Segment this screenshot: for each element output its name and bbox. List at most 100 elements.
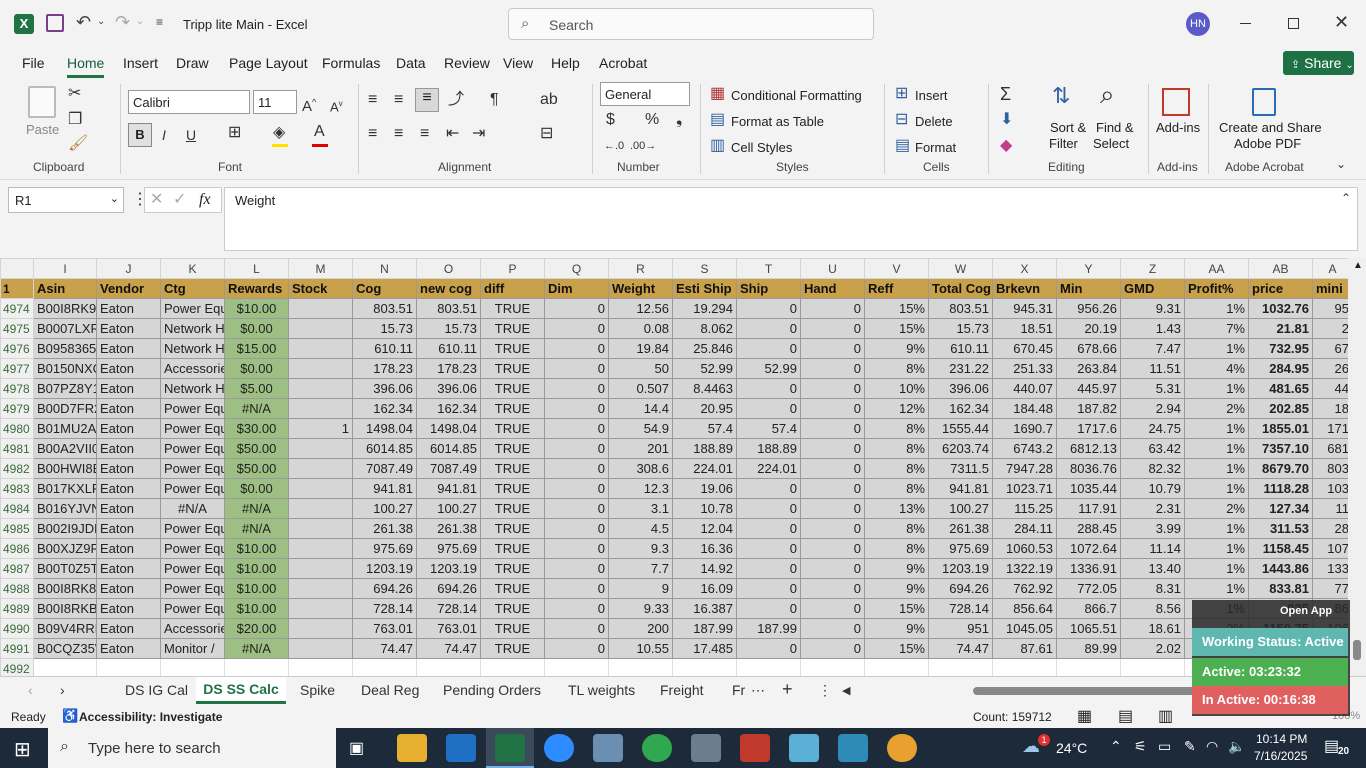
cell[interactable]: 941.81: [416, 478, 481, 499]
tab-tl-weights[interactable]: TL weights: [568, 682, 635, 698]
header-cell[interactable]: GMD: [1120, 278, 1185, 299]
cell[interactable]: 728.14: [928, 598, 993, 619]
cell[interactable]: 866.7: [1056, 598, 1121, 619]
cell-styles-icon[interactable]: ▥: [710, 138, 725, 154]
cell[interactable]: 0: [544, 418, 609, 439]
addins-button[interactable]: Add-ins: [1156, 120, 1200, 135]
delete-cells-button[interactable]: Delete: [915, 114, 953, 129]
cell[interactable]: [480, 658, 545, 676]
cell[interactable]: 188.89: [672, 438, 737, 459]
header-cell[interactable]: mini: [1312, 278, 1353, 299]
cell[interactable]: 0: [736, 538, 801, 559]
header-cell[interactable]: Ship: [736, 278, 801, 299]
cell[interactable]: 1%: [1184, 338, 1249, 359]
cell[interactable]: 803.51: [416, 298, 481, 319]
row-number[interactable]: 4991: [0, 638, 34, 659]
cell[interactable]: 0: [544, 578, 609, 599]
addins-icon[interactable]: [1162, 88, 1190, 116]
cell[interactable]: 803: [1312, 458, 1353, 479]
cell[interactable]: TRUE: [480, 618, 545, 639]
cell[interactable]: B017KXLP: [33, 478, 97, 499]
cell[interactable]: 184.48: [992, 398, 1057, 419]
cell[interactable]: 100.27: [352, 498, 417, 519]
cell[interactable]: 9: [608, 578, 673, 599]
header-cell[interactable]: Asin: [33, 278, 97, 299]
menu-help[interactable]: Help: [551, 55, 580, 71]
cell[interactable]: [288, 598, 353, 619]
cell[interactable]: 263.84: [1056, 358, 1121, 379]
format-cells-button[interactable]: Format: [915, 140, 956, 155]
cell[interactable]: B00I8RKB: [33, 598, 97, 619]
cell[interactable]: 0: [544, 318, 609, 339]
cell[interactable]: B01MU2A: [33, 418, 97, 439]
cell[interactable]: 11: [1312, 498, 1353, 519]
avatar[interactable]: HN: [1186, 12, 1210, 36]
align-top-icon[interactable]: ≡: [368, 92, 377, 108]
cell[interactable]: 975.69: [928, 538, 993, 559]
cell[interactable]: $20.00: [224, 618, 289, 639]
cell[interactable]: TRUE: [480, 358, 545, 379]
cell[interactable]: 9.33: [608, 598, 673, 619]
column-header[interactable]: A: [1312, 258, 1353, 279]
collapse-formula-bar-icon[interactable]: ⌃: [1341, 190, 1351, 206]
cell[interactable]: 8.062: [672, 318, 737, 339]
outlook-icon[interactable]: [446, 734, 476, 762]
cell[interactable]: Power Equ: [160, 538, 225, 559]
paste-button[interactable]: Paste: [26, 122, 59, 137]
cell[interactable]: 6203.74: [928, 438, 993, 459]
row-number[interactable]: 4983: [0, 478, 34, 499]
normal-view-icon[interactable]: ▦: [1077, 706, 1092, 726]
cell[interactable]: 10.78: [672, 498, 737, 519]
cell[interactable]: 1443.86: [1248, 558, 1313, 579]
cell[interactable]: 8036.76: [1056, 458, 1121, 479]
font-color-icon[interactable]: A: [314, 124, 325, 140]
cell[interactable]: 100.27: [416, 498, 481, 519]
cell[interactable]: 694.26: [928, 578, 993, 599]
cell[interactable]: 7947.28: [992, 458, 1057, 479]
create-share-label-2[interactable]: Adobe PDF: [1234, 136, 1301, 151]
header-cell[interactable]: Weight: [608, 278, 673, 299]
cell[interactable]: 162.34: [352, 398, 417, 419]
sort-filter-label-1[interactable]: Sort &: [1050, 120, 1086, 135]
cell[interactable]: 951: [928, 618, 993, 639]
format-as-table-button[interactable]: Format as Table: [731, 114, 824, 129]
cell[interactable]: 15%: [864, 638, 929, 659]
cell[interactable]: 21.81: [1248, 318, 1313, 339]
cell[interactable]: $10.00: [224, 558, 289, 579]
cell[interactable]: 52.99: [736, 358, 801, 379]
cell[interactable]: 17.485: [672, 638, 737, 659]
cell[interactable]: [224, 658, 289, 676]
increase-font-icon[interactable]: A^: [302, 94, 316, 115]
format-painter-icon[interactable]: 🖌: [68, 136, 88, 152]
cell[interactable]: Eaton: [96, 478, 161, 499]
cell[interactable]: [288, 378, 353, 399]
cell[interactable]: Eaton: [96, 538, 161, 559]
decrease-indent-icon[interactable]: ⇤: [446, 126, 459, 142]
tab-deal-reg[interactable]: Deal Reg: [361, 682, 419, 698]
cell[interactable]: 16.387: [672, 598, 737, 619]
cell[interactable]: Network H: [160, 378, 225, 399]
header-cell[interactable]: new cog: [416, 278, 481, 299]
cell[interactable]: 1%: [1184, 478, 1249, 499]
cell[interactable]: 13%: [864, 498, 929, 519]
enter-icon[interactable]: ✓: [173, 192, 186, 208]
cell[interactable]: [288, 518, 353, 539]
header-cell[interactable]: Reff: [864, 278, 929, 299]
row-number[interactable]: 4984: [0, 498, 34, 519]
cell[interactable]: 0: [800, 578, 865, 599]
cell[interactable]: [288, 658, 353, 676]
cell[interactable]: TRUE: [480, 458, 545, 479]
cell[interactable]: 311.53: [1248, 518, 1313, 539]
cell[interactable]: 0: [800, 438, 865, 459]
cell[interactable]: TRUE: [480, 298, 545, 319]
cell[interactable]: [288, 538, 353, 559]
minimize-icon[interactable]: [1240, 23, 1251, 24]
column-header[interactable]: K: [160, 258, 225, 279]
cell[interactable]: 9%: [864, 618, 929, 639]
cell[interactable]: 396.06: [416, 378, 481, 399]
more-sheets-icon[interactable]: ⋯: [751, 682, 765, 699]
snipping-tool-icon[interactable]: [593, 734, 623, 762]
cell[interactable]: 12%: [864, 398, 929, 419]
cell[interactable]: 1060.53: [992, 538, 1057, 559]
sort-filter-icon[interactable]: ⇅: [1052, 85, 1070, 107]
